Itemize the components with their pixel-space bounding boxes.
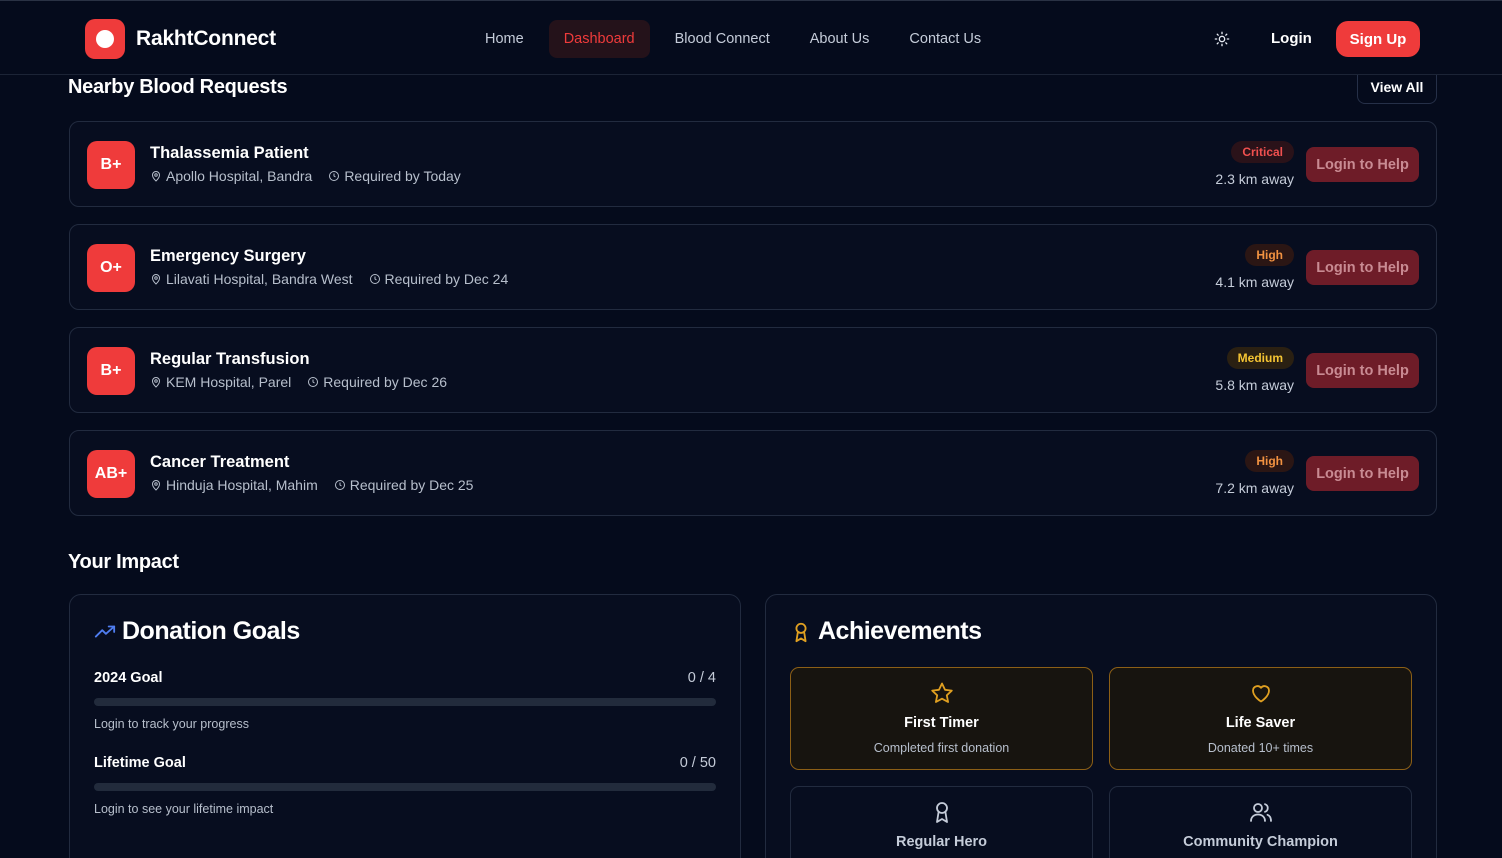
blood-type-badge: B+	[87, 141, 135, 189]
request-deadline: Required by Dec 24	[384, 271, 509, 287]
section-title-requests: Nearby Blood Requests	[68, 76, 288, 98]
request-meta: Apollo Hospital, Bandra Required by Toda…	[150, 168, 477, 184]
goal-label: 2024 Goal	[94, 670, 163, 686]
request-hospital: Hinduja Hospital, Mahim	[166, 477, 318, 493]
request-card: B+ Thalassemia Patient Apollo Hospital, …	[69, 121, 1437, 207]
login-to-help-button[interactable]: Login to Help	[1306, 147, 1419, 182]
section-title-impact: Your Impact	[68, 551, 179, 573]
panel-title: Achievements	[818, 617, 982, 645]
blood-type-badge: O+	[87, 244, 135, 292]
logo-icon	[85, 19, 125, 59]
sun-icon	[1214, 31, 1230, 47]
map-pin-icon	[151, 377, 161, 388]
view-all-button[interactable]: View All	[1357, 71, 1437, 104]
nav-blood-connect[interactable]: Blood Connect	[660, 20, 785, 58]
achievement-description: Completed first donation	[873, 741, 1010, 755]
goal-hint: Login to track your progress	[94, 717, 249, 731]
brand[interactable]: RakhtConnect	[85, 19, 276, 59]
map-pin-icon	[151, 274, 161, 285]
request-deadline: Required by Dec 26	[323, 374, 448, 390]
map-pin-icon	[151, 171, 161, 182]
request-title: Cancer Treatment	[150, 453, 290, 471]
goal-count: 0 / 4	[687, 670, 716, 686]
achievement-name: Community Champion	[1183, 834, 1338, 850]
login-to-help-button[interactable]: Login to Help	[1306, 353, 1419, 388]
request-distance: 4.1 km away	[1215, 274, 1294, 290]
users-icon	[1249, 803, 1272, 822]
urgency-badge: High	[1245, 450, 1294, 472]
nav-home[interactable]: Home	[470, 20, 539, 58]
goal-hint: Login to see your lifetime impact	[94, 802, 274, 816]
request-meta: Hinduja Hospital, Mahim Required by Dec …	[150, 477, 489, 493]
clock-icon	[329, 171, 340, 181]
panel-title: Donation Goals	[122, 617, 300, 645]
clock-icon	[334, 480, 345, 490]
urgency-badge: Critical	[1231, 141, 1294, 163]
request-title: Regular Transfusion	[150, 350, 310, 368]
blood-type-badge: B+	[87, 347, 135, 395]
request-meta: Lilavati Hospital, Bandra West Required …	[150, 271, 524, 287]
goal-2024: 2024 Goal 0 / 4 Login to track your prog…	[94, 670, 716, 731]
achievement-life-saver: Life Saver Donated 10+ times	[1109, 667, 1412, 770]
nav-links: Home Dashboard Blood Connect About Us Co…	[470, 20, 1006, 58]
goal-lifetime: Lifetime Goal 0 / 50 Login to see your l…	[94, 755, 716, 816]
urgency-badge: Medium	[1226, 347, 1294, 369]
navbar: RakhtConnect Home Dashboard Blood Connec…	[0, 0, 1502, 75]
blood-type-badge: AB+	[87, 450, 135, 498]
nav-dashboard[interactable]: Dashboard	[548, 20, 650, 58]
request-title: Thalassemia Patient	[150, 144, 309, 162]
request-distance: 5.8 km away	[1215, 377, 1294, 393]
login-link[interactable]: Login	[1262, 21, 1321, 57]
request-meta: KEM Hospital, Parel Required by Dec 26	[150, 374, 463, 390]
achievement-regular-hero: Regular Hero	[790, 786, 1093, 858]
login-to-help-button[interactable]: Login to Help	[1306, 250, 1419, 285]
achievements-panel: Achievements First Timer Completed first…	[765, 594, 1437, 858]
goal-progress-bar	[94, 783, 716, 791]
request-list: B+ Thalassemia Patient Apollo Hospital, …	[69, 121, 1437, 533]
achievement-name: First Timer	[904, 715, 979, 731]
clock-icon	[369, 274, 380, 284]
award-icon	[795, 622, 807, 642]
donation-goals-panel: Donation Goals 2024 Goal 0 / 4 Login to …	[69, 594, 741, 858]
request-deadline: Required by Today	[344, 168, 461, 184]
trending-up-icon	[94, 625, 116, 637]
achievement-name: Life Saver	[1225, 715, 1296, 731]
theme-toggle-button[interactable]	[1208, 25, 1236, 53]
achievement-description: Donated 10+ times	[1207, 741, 1314, 755]
nav-about-us[interactable]: About Us	[795, 20, 885, 58]
panel-header: Donation Goals	[94, 617, 300, 646]
map-pin-icon	[151, 480, 161, 491]
request-hospital: Lilavati Hospital, Bandra West	[166, 271, 353, 287]
achievement-name: Regular Hero	[895, 834, 988, 850]
urgency-badge: High	[1245, 244, 1294, 266]
request-card: B+ Regular Transfusion KEM Hospital, Par…	[69, 327, 1437, 413]
achievement-community-champion: Community Champion	[1109, 786, 1412, 858]
login-to-help-button[interactable]: Login to Help	[1306, 456, 1419, 491]
goal-count: 0 / 50	[679, 755, 716, 771]
request-card: O+ Emergency Surgery Lilavati Hospital, …	[69, 224, 1437, 310]
panel-header: Achievements	[790, 617, 982, 646]
star-icon	[930, 682, 953, 703]
clock-icon	[308, 377, 319, 387]
request-hospital: KEM Hospital, Parel	[166, 374, 292, 390]
request-distance: 2.3 km away	[1215, 171, 1294, 187]
award-icon	[935, 802, 948, 823]
request-card: AB+ Cancer Treatment Hinduja Hospital, M…	[69, 430, 1437, 516]
goal-label: Lifetime Goal	[94, 755, 186, 771]
brand-name: RakhtConnect	[136, 27, 276, 50]
sign-up-button[interactable]: Sign Up	[1336, 21, 1420, 57]
nav-contact-us[interactable]: Contact Us	[894, 20, 996, 58]
goal-progress-bar	[94, 698, 716, 706]
request-hospital: Apollo Hospital, Bandra	[166, 168, 313, 184]
request-title: Emergency Surgery	[150, 247, 306, 265]
heart-icon	[1251, 685, 1270, 703]
request-distance: 7.2 km away	[1215, 480, 1294, 496]
achievement-first-timer: First Timer Completed first donation	[790, 667, 1093, 770]
request-deadline: Required by Dec 25	[349, 477, 474, 493]
